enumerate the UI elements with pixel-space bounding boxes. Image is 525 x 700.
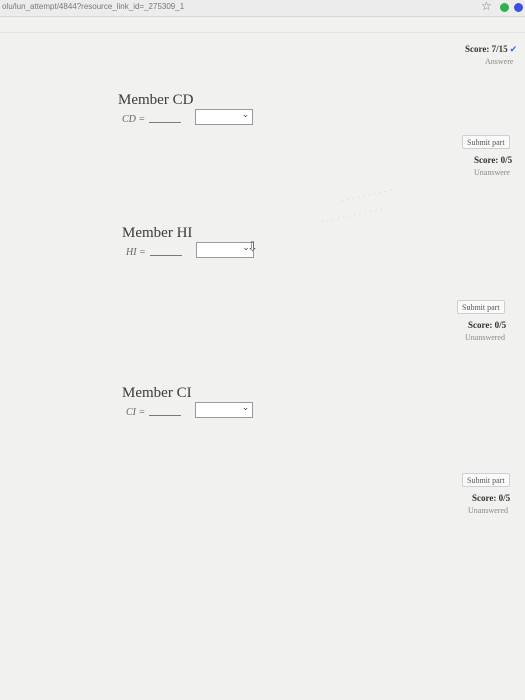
part-status: Unanswere xyxy=(474,168,510,177)
member-hi-dropdown[interactable]: ⌄ xyxy=(195,242,254,258)
extension-icon[interactable] xyxy=(500,3,509,12)
member-hi-label: HI = xyxy=(126,247,146,258)
check-icon: ✔ xyxy=(509,45,518,55)
extension-icon[interactable] xyxy=(514,3,523,12)
part-status: Unanswered xyxy=(465,333,505,342)
member-ci-row: CI = ⌄ xyxy=(126,402,254,418)
member-ci-dropdown[interactable]: ⌄ xyxy=(195,402,254,418)
part-status: Unanswered xyxy=(468,506,508,515)
address-bar-url[interactable]: olu/lun_attempt/4844?resource_link_id=_2… xyxy=(2,2,184,11)
part-score: Score: 0/5 xyxy=(474,155,513,165)
chevron-down-icon: ⌄ xyxy=(241,403,250,413)
submit-part-button[interactable]: Submit part xyxy=(462,473,510,487)
answer-blank xyxy=(149,122,182,123)
star-icon[interactable]: ☆ xyxy=(481,0,492,13)
submit-part-button[interactable]: Submit part xyxy=(462,135,510,149)
total-status: Answere xyxy=(485,57,514,66)
submit-part-button[interactable]: Submit part xyxy=(457,300,505,314)
browser-toolbar: olu/lun_attempt/4844?resource_link_id=_2… xyxy=(0,0,525,17)
member-title-hi: Member HI xyxy=(122,225,193,241)
answer-blank xyxy=(149,255,182,256)
member-cd-dropdown[interactable]: ⌄ xyxy=(195,109,254,125)
member-cd-row: CD = ⌄ xyxy=(122,109,254,125)
part-score: Score: 0/5 xyxy=(468,320,507,330)
total-score: Score: 7/15 ✔ xyxy=(465,44,518,55)
member-title-ci: Member CI xyxy=(122,385,192,401)
member-ci-label: CI = xyxy=(126,407,146,418)
member-title-cd: Member CD xyxy=(118,92,194,108)
member-hi-row: HI = ⌄ xyxy=(126,242,254,258)
chevron-down-icon: ⌄ xyxy=(241,110,250,120)
answer-blank xyxy=(149,415,182,416)
member-cd-label: CD = xyxy=(122,114,146,125)
mouse-cursor-icon: ⇩ xyxy=(247,240,258,255)
part-score: Score: 0/5 xyxy=(472,493,511,503)
watermark: · · · · · · · · · · xyxy=(339,184,393,206)
divider xyxy=(0,32,525,33)
watermark: · · · · · · · · · · · · xyxy=(319,203,384,227)
